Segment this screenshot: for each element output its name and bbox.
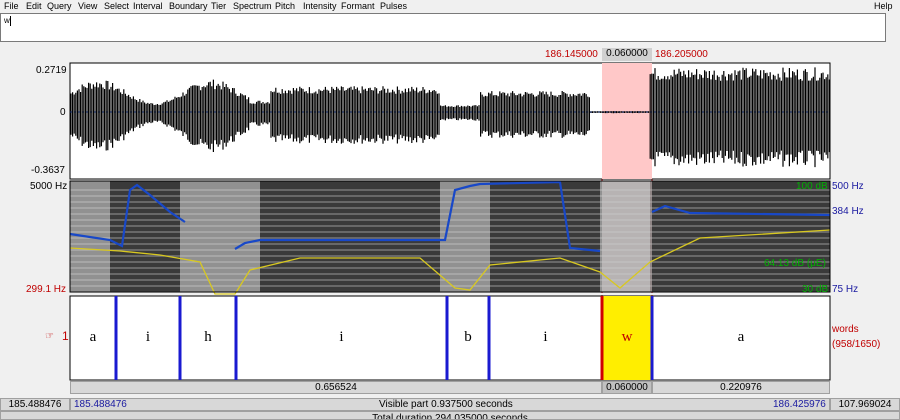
tier-segment-label[interactable]: i	[236, 328, 447, 346]
waveform-min-label: -0.3637	[31, 165, 65, 176]
duration-bar-selected[interactable]: 0.060000	[602, 381, 652, 394]
spectrogram-top-frequency: 5000 Hz	[30, 181, 68, 192]
tier-segment-label[interactable]: i	[489, 328, 602, 346]
noise-region	[180, 181, 260, 292]
tier-number: 1	[62, 329, 69, 343]
intensity-value-label: 64.13 dB (μE)	[764, 258, 826, 269]
intensity-max-label: 100 dB	[796, 181, 828, 192]
total-duration-bar[interactable]: Total duration 294.035000 seconds	[0, 411, 900, 420]
pitch-floor-label: 299.1 Hz	[26, 284, 67, 295]
tier-hand-icon[interactable]: ☞	[45, 331, 54, 343]
noise-region	[600, 181, 650, 292]
sound-editor-canvas[interactable]	[0, 0, 900, 420]
waveform-panel	[69, 62, 831, 180]
waveform-selection	[602, 63, 652, 179]
window-start-bar[interactable]: 185.488476	[0, 398, 70, 411]
visible-end: 186.425976	[773, 399, 826, 410]
selection-top-marker	[602, 48, 652, 62]
tier-segment-label[interactable]: h	[180, 328, 236, 346]
intensity-min-label: 30 dB	[802, 284, 829, 295]
visible-part-label: Visible part 0.937500 seconds	[379, 399, 513, 410]
duration-bar-left[interactable]: 0.656524	[70, 381, 602, 394]
tier-segment-label[interactable]: i	[116, 328, 180, 346]
visible-start: 185.488476	[74, 399, 127, 410]
spectrogram-panel	[69, 180, 831, 295]
tier-segment-label[interactable]: a	[652, 328, 830, 346]
pitch-bottom-label: 75 Hz	[832, 284, 859, 295]
pitch-top-label: 500 Hz	[832, 181, 864, 192]
duration-bar-right[interactable]: 0.220976	[652, 381, 830, 394]
tier-segment-label[interactable]: w	[602, 328, 652, 346]
waveform-max-label: 0.2719	[36, 65, 67, 76]
pitch-value-label: 384 Hz	[832, 206, 864, 217]
window-end-bar[interactable]: 107.969024	[830, 398, 900, 411]
tier-segment-label[interactable]: b	[447, 328, 489, 346]
tier-name: words	[832, 324, 859, 335]
tier-count: (958/1650)	[832, 339, 881, 350]
waveform-zero-label: 0	[60, 107, 66, 118]
tier-segment-label[interactable]: a	[70, 328, 116, 346]
visible-part-bar[interactable]: 185.488476 Visible part 0.937500 seconds…	[70, 398, 830, 411]
